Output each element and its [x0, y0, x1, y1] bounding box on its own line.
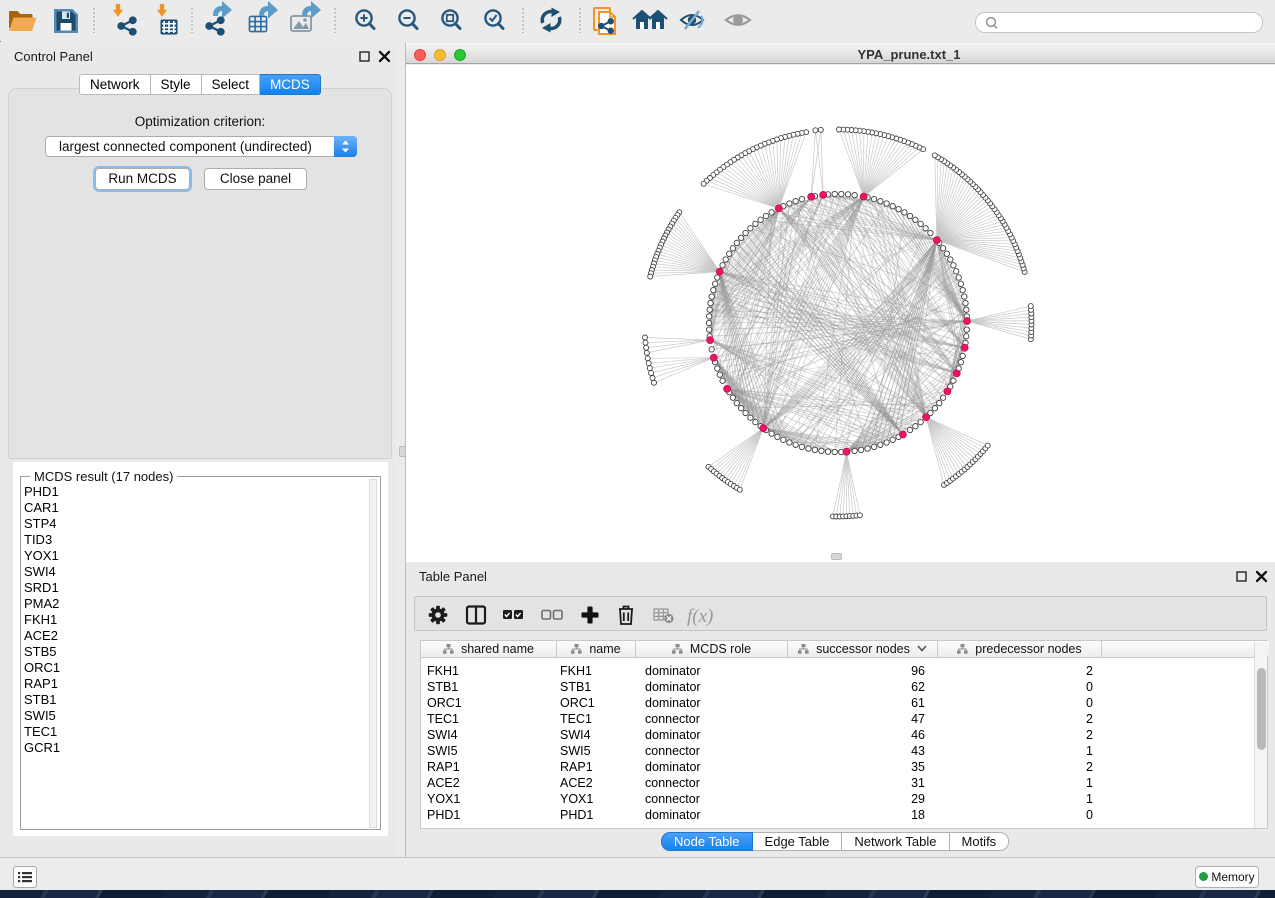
- svg-text:f(x): f(x): [687, 606, 713, 627]
